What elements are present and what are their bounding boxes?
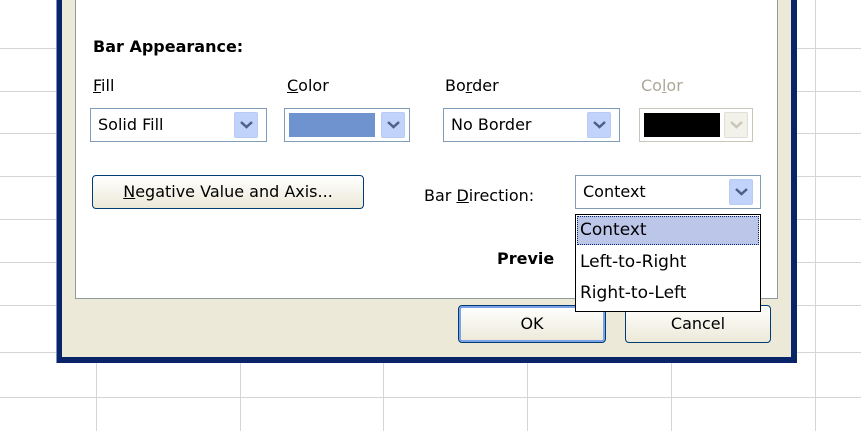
chevron-down-icon[interactable] <box>729 179 753 205</box>
chevron-down-icon[interactable] <box>381 112 405 138</box>
color-swatch <box>289 113 375 137</box>
preview-label: Previe <box>497 249 555 268</box>
section-title: Bar Appearance: <box>93 37 244 56</box>
dropdown-option-left-to-right[interactable]: Left-to-Right <box>577 248 759 277</box>
grid-line <box>815 0 816 431</box>
chevron-down-icon[interactable] <box>234 112 258 138</box>
border-combo-value: No Border <box>451 115 532 134</box>
dropdown-option-right-to-left[interactable]: Right-to-Left <box>577 279 759 308</box>
chevron-down-icon <box>724 112 748 138</box>
grid-line <box>0 397 861 398</box>
dropdown-option-context[interactable]: Context <box>577 216 759 245</box>
bar-direction-dropdown-list: Context Left-to-Right Right-to-Left <box>575 214 761 312</box>
chevron-down-icon[interactable] <box>587 112 611 138</box>
border-color-swatch <box>644 113 720 137</box>
fill-combo[interactable]: Solid Fill <box>90 108 267 142</box>
negative-value-axis-button[interactable]: Negative Value and Axis... <box>92 175 364 209</box>
border-label: Border <box>445 76 499 95</box>
color-label: Color <box>287 76 329 95</box>
border-color-combo <box>639 108 753 142</box>
border-combo[interactable]: No Border <box>443 108 620 142</box>
color-combo[interactable] <box>284 108 410 142</box>
bar-direction-value: Context <box>583 182 646 201</box>
bar-direction-combo[interactable]: Context <box>575 175 761 209</box>
fill-combo-value: Solid Fill <box>98 115 164 134</box>
bar-direction-label: Bar Direction: <box>424 186 535 205</box>
border-color-label: Color <box>641 76 683 95</box>
fill-label: Fill <box>93 76 115 95</box>
